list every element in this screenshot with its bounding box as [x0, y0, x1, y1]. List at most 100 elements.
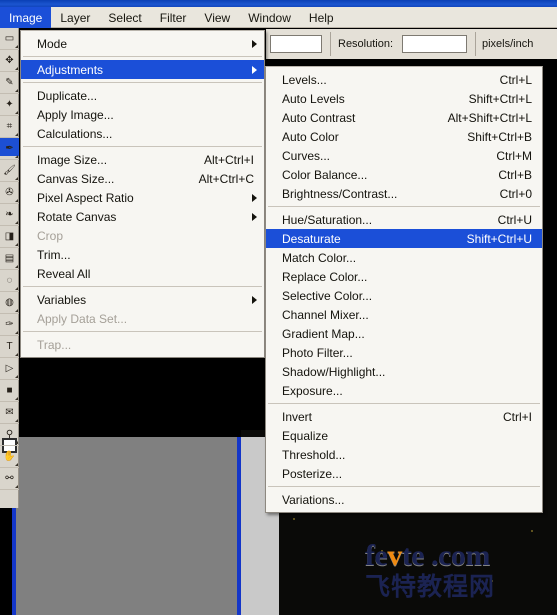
tool-flyout-corner-icon [15, 89, 18, 92]
image-menu-item-image-size[interactable]: Image Size... Alt+Ctrl+I [21, 150, 264, 169]
image-menu-item-calculations[interactable]: Calculations... [21, 124, 264, 143]
adjustments-item-variations[interactable]: Variations... [266, 490, 542, 509]
adjustments-item-selective-color[interactable]: Selective Color... [266, 286, 542, 305]
width-input[interactable] [270, 35, 322, 53]
healing-brush-tool[interactable]: ✒ [0, 138, 19, 160]
menu-item-label: Image Size... [37, 152, 108, 167]
menu-item-label: Replace Color... [282, 269, 368, 284]
hand-tool[interactable]: ✋ [0, 446, 19, 468]
menu-item-label: Pixel Aspect Ratio [37, 190, 134, 205]
gradient-tool[interactable]: ▤ [0, 248, 19, 270]
eraser-tool-icon: ◨ [4, 231, 15, 242]
brush-tool-icon: 🖌 [3, 165, 16, 176]
resolution-input[interactable] [402, 35, 467, 53]
adjustments-item-match-color[interactable]: Match Color... [266, 248, 542, 267]
image-menu-item-variables[interactable]: Variables [21, 290, 264, 309]
menu-item-label: Reveal All [37, 266, 91, 281]
adjustments-item-photo-filter[interactable]: Photo Filter... [266, 343, 542, 362]
blur-tool[interactable]: ◌ [0, 270, 19, 292]
image-menu-item-canvas-size[interactable]: Canvas Size... Alt+Ctrl+C [21, 169, 264, 188]
adjustments-item-color-balance[interactable]: Color Balance... Ctrl+B [266, 165, 542, 184]
image-menu-item-adjustments[interactable]: Adjustments [21, 60, 264, 79]
image-menu-item-apply-image[interactable]: Apply Image... [21, 105, 264, 124]
document-window[interactable] [12, 437, 279, 615]
menubar-item-filter[interactable]: Filter [151, 7, 196, 28]
menu-item-label: Apply Data Set... [37, 311, 128, 326]
menu-bar-items[interactable]: Image Layer Select Filter View Window Help [0, 7, 343, 28]
tool-flyout-corner-icon [15, 463, 18, 466]
adjustments-item-curves[interactable]: Curves... Ctrl+M [266, 146, 542, 165]
magic-wand-tool-icon: ✦ [5, 99, 14, 110]
tool-flyout-corner-icon [15, 111, 18, 114]
move-tool[interactable]: ✥ [0, 50, 19, 72]
adjustments-item-threshold[interactable]: Threshold... [266, 445, 542, 464]
adjustments-item-levels[interactable]: Levels... Ctrl+L [266, 70, 542, 89]
image-menu-item-duplicate[interactable]: Duplicate... [21, 86, 264, 105]
type-tool[interactable]: T [0, 336, 19, 358]
tool-flyout-corner-icon [15, 45, 18, 48]
image-menu-item-pixel-aspect-ratio[interactable]: Pixel Aspect Ratio [21, 188, 264, 207]
image-menu-item-trim[interactable]: Trim... [21, 245, 264, 264]
brush-tool[interactable]: 🖌 [0, 160, 19, 182]
pen-tool[interactable]: ✑ [0, 314, 19, 336]
tool-flyout-corner-icon [15, 331, 18, 334]
marquee-tool[interactable]: ▭ [0, 28, 19, 50]
adjustments-item-invert[interactable]: Invert Ctrl+I [266, 407, 542, 426]
adjustments-item-hue-saturation[interactable]: Hue/Saturation... Ctrl+U [266, 210, 542, 229]
shape-tool-icon: ■ [6, 385, 13, 396]
image-menu-item-rotate-canvas[interactable]: Rotate Canvas [21, 207, 264, 226]
menu-item-label: Rotate Canvas [37, 209, 117, 224]
notes-tool[interactable]: ✉ [0, 402, 19, 424]
adjustments-item-shadow-highlight[interactable]: Shadow/Highlight... [266, 362, 542, 381]
menubar-item-image[interactable]: Image [0, 7, 52, 28]
adjustments-item-equalize[interactable]: Equalize [266, 426, 542, 445]
tool-flyout-corner-icon [15, 67, 18, 70]
history-brush-tool[interactable]: ❧ [0, 204, 19, 226]
stamp-tool[interactable]: ✇ [0, 182, 19, 204]
tools-palette[interactable]: ▭ ✥ ✎ ✦ ⌗ ✒ 🖌 ✇ ❧ ◨ ▤ ◌ ◍ ✑ T ▷ ■ ✉ ⚲ ✋ ⚯ [0, 28, 19, 508]
hand-tool-icon: ✋ [3, 451, 16, 462]
tool-flyout-corner-icon [15, 485, 18, 488]
adjustments-item-auto-color[interactable]: Auto Color Shift+Ctrl+B [266, 127, 542, 146]
adjustments-item-replace-color[interactable]: Replace Color... [266, 267, 542, 286]
shape-tool[interactable]: ■ [0, 380, 19, 402]
menu-item-label: Photo Filter... [282, 345, 353, 360]
adjustments-item-gradient-map[interactable]: Gradient Map... [266, 324, 542, 343]
adjustments-item-desaturate[interactable]: Desaturate Shift+Ctrl+U [266, 229, 542, 248]
menubar-item-window[interactable]: Window [239, 7, 300, 28]
adjustments-item-exposure[interactable]: Exposure... [266, 381, 542, 400]
menu-bar: Image Layer Select Filter View Window Help [0, 0, 557, 28]
adjustments-item-posterize[interactable]: Posterize... [266, 464, 542, 483]
image-menu-item-trap: Trap... [21, 335, 264, 354]
image-menu-separator [23, 146, 262, 147]
adjustments-item-brightness-contrast[interactable]: Brightness/Contrast... Ctrl+0 [266, 184, 542, 203]
submenu-arrow-icon [252, 295, 257, 304]
eraser-tool[interactable]: ◨ [0, 226, 19, 248]
zoom-tool[interactable]: ⚯ [0, 468, 19, 490]
submenu-arrow-icon [252, 212, 257, 221]
adjustments-submenu-dropdown[interactable]: Levels... Ctrl+L Auto Levels Shift+Ctrl+L Au… [265, 66, 543, 513]
magic-wand-tool[interactable]: ✦ [0, 94, 19, 116]
menu-item-label: Hue/Saturation... [282, 212, 373, 227]
adjustments-item-channel-mixer[interactable]: Channel Mixer... [266, 305, 542, 324]
menubar-item-layer[interactable]: Layer [51, 7, 99, 28]
image-menu-item-reveal-all[interactable]: Reveal All [21, 264, 264, 283]
dodge-tool[interactable]: ◍ [0, 292, 19, 314]
lasso-tool[interactable]: ✎ [0, 72, 19, 94]
menu-item-shortcut: Ctrl+U [497, 212, 532, 227]
tool-flyout-corner-icon [15, 353, 18, 356]
menubar-item-help[interactable]: Help [300, 7, 343, 28]
eyedropper-tool[interactable]: ⚲ [0, 424, 19, 446]
adjustments-item-auto-contrast[interactable]: Auto Contrast Alt+Shift+Ctrl+L [266, 108, 542, 127]
menu-item-shortcut: Shift+Ctrl+L [468, 91, 532, 106]
move-tool-icon: ✥ [5, 55, 14, 66]
crop-tool[interactable]: ⌗ [0, 116, 19, 138]
menubar-item-view[interactable]: View [195, 7, 239, 28]
menu-item-label: Brightness/Contrast... [282, 186, 398, 201]
image-menu-dropdown[interactable]: Mode Adjustments Duplicate... Apply Image..… [20, 30, 265, 358]
path-selection-tool[interactable]: ▷ [0, 358, 19, 380]
image-menu-item-mode[interactable]: Mode [21, 34, 264, 53]
menubar-item-select[interactable]: Select [99, 7, 150, 28]
adjustments-item-auto-levels[interactable]: Auto Levels Shift+Ctrl+L [266, 89, 542, 108]
menu-item-label: Auto Levels [282, 91, 345, 106]
